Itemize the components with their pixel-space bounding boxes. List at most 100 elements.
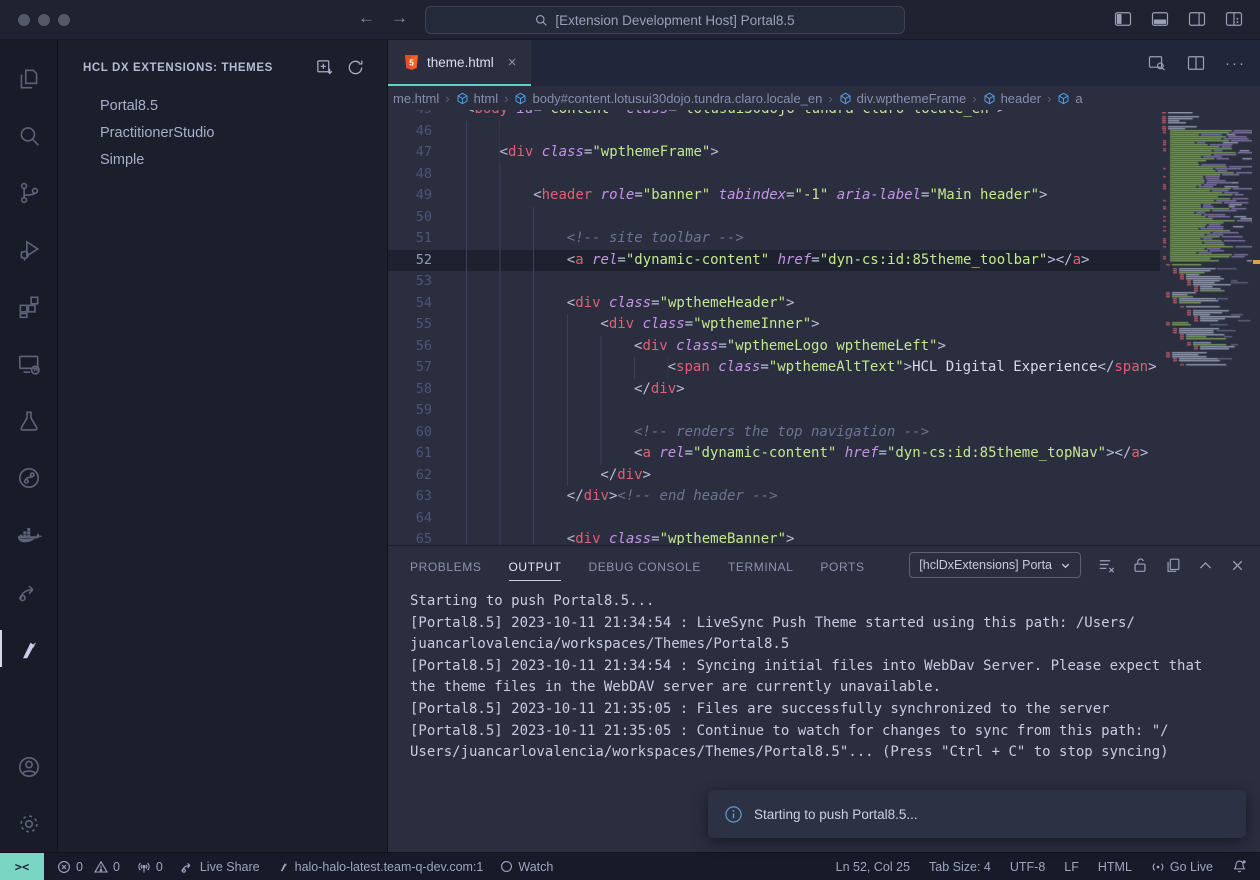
code-line-52[interactable]: 52<a rel="dynamic-content" href="dyn-cs:… bbox=[388, 250, 1160, 272]
customize-layout-icon[interactable] bbox=[1224, 9, 1244, 29]
code-line-45[interactable]: 45<body id="content" class="lotusui30doj… bbox=[388, 110, 1160, 121]
symbol-cube-icon bbox=[1057, 92, 1070, 105]
breadcrumb-item[interactable]: div.wpthemeFrame bbox=[839, 91, 967, 106]
code-line-57[interactable]: 57<span class="wpthemeAltText">HCL Digit… bbox=[388, 357, 1160, 379]
code-line-47[interactable]: 47<div class="wpthemeFrame"> bbox=[388, 142, 1160, 164]
panel-tab-debug-console[interactable]: DEBUG CONSOLE bbox=[588, 549, 701, 581]
eol-status[interactable]: LF bbox=[1064, 860, 1079, 874]
remote-indicator[interactable]: >< bbox=[0, 853, 44, 880]
titlebar: ← → [Extension Development Host] Portal8… bbox=[0, 0, 1260, 40]
panel-tab-problems[interactable]: PROBLEMS bbox=[410, 549, 482, 581]
zoom-window-icon[interactable] bbox=[58, 14, 70, 26]
maximize-panel-icon[interactable] bbox=[1197, 557, 1214, 574]
minimap[interactable] bbox=[1160, 112, 1252, 368]
theme-list: Portal8.5PractitionerStudioSimple bbox=[58, 93, 387, 174]
code-line-50[interactable]: 50 bbox=[388, 207, 1160, 229]
refresh-icon[interactable] bbox=[346, 58, 365, 77]
code-line-63[interactable]: 63</div><!-- end header --> bbox=[388, 486, 1160, 508]
code-line-61[interactable]: 61<a rel="dynamic-content" href="dyn-cs:… bbox=[388, 443, 1160, 465]
toggle-panel-icon[interactable] bbox=[1150, 9, 1170, 29]
line-number: 49 bbox=[388, 185, 432, 207]
code-line-49[interactable]: 49<header role="banner" tabindex="-1" ar… bbox=[388, 185, 1160, 207]
toggle-sidebar-icon[interactable] bbox=[1113, 9, 1133, 29]
open-output-in-editor-icon[interactable] bbox=[1164, 556, 1182, 574]
error-count: 0 bbox=[76, 860, 83, 874]
code-line-59[interactable]: 59 bbox=[388, 400, 1160, 422]
command-center-search[interactable]: [Extension Development Host] Portal8.5 bbox=[425, 6, 905, 34]
code-line-65[interactable]: 65<div class="wpthemeBanner"> bbox=[388, 529, 1160, 545]
settings-gear-icon[interactable] bbox=[0, 795, 58, 852]
window-controls[interactable] bbox=[18, 14, 70, 26]
output-channel-select[interactable]: [hclDxExtensions] Porta bbox=[909, 552, 1081, 578]
breadcrumb-item[interactable]: header bbox=[983, 91, 1041, 106]
code-line-54[interactable]: 54<div class="wpthemeHeader"> bbox=[388, 293, 1160, 315]
watch-status[interactable]: Watch bbox=[500, 860, 553, 874]
accounts-icon[interactable] bbox=[0, 738, 58, 795]
code-line-56[interactable]: 56<div class="wpthemeLogo wpthemeLeft"> bbox=[388, 336, 1160, 358]
notifications-bell[interactable] bbox=[1232, 859, 1247, 874]
tab-size-status[interactable]: Tab Size: 4 bbox=[929, 860, 991, 874]
theme-item-portal8.5[interactable]: Portal8.5 bbox=[58, 93, 387, 120]
code-line-64[interactable]: 64 bbox=[388, 508, 1160, 530]
ports-status[interactable]: 0 bbox=[137, 860, 163, 874]
live-share-sidebar-icon[interactable] bbox=[0, 563, 58, 620]
code-line-55[interactable]: 55<div class="wpthemeInner"> bbox=[388, 314, 1160, 336]
back-icon[interactable]: ← bbox=[358, 8, 375, 28]
docker-icon[interactable] bbox=[0, 506, 58, 563]
panel-tab-ports[interactable]: PORTS bbox=[820, 549, 864, 581]
encoding-status[interactable]: UTF-8 bbox=[1010, 860, 1045, 874]
minimize-window-icon[interactable] bbox=[38, 14, 50, 26]
live-share-status[interactable]: Live Share bbox=[180, 859, 260, 874]
code-line-46[interactable]: 46 bbox=[388, 121, 1160, 143]
cursor-position-status[interactable]: Ln 52, Col 25 bbox=[836, 860, 910, 874]
tab-close-icon[interactable]: × bbox=[508, 54, 517, 71]
source-control-icon[interactable] bbox=[0, 164, 58, 221]
git-graph-icon[interactable] bbox=[0, 449, 58, 506]
close-window-icon[interactable] bbox=[18, 14, 30, 26]
theme-item-practitionerstudio[interactable]: PractitionerStudio bbox=[58, 120, 387, 147]
testing-beaker-icon[interactable] bbox=[0, 392, 58, 449]
panel-tab-terminal[interactable]: TERMINAL bbox=[728, 549, 793, 581]
unlock-icon[interactable] bbox=[1131, 556, 1149, 574]
output-line: Starting to push Portal8.5... bbox=[410, 591, 1260, 613]
close-panel-icon[interactable] bbox=[1229, 557, 1246, 574]
breadcrumb-item[interactable]: html bbox=[456, 91, 499, 106]
forward-icon[interactable]: → bbox=[391, 8, 408, 28]
theme-item-simple[interactable]: Simple bbox=[58, 147, 387, 174]
panel-tabs: PROBLEMS OUTPUT DEBUG CONSOLE TERMINAL PORTS bbox=[410, 549, 865, 581]
live-share-label: Live Share bbox=[200, 860, 260, 874]
search-sidebar-icon[interactable] bbox=[0, 107, 58, 164]
breadcrumb-item[interactable]: body#content.lotusui30dojo.tundra.claro.… bbox=[514, 91, 822, 106]
split-editor-icon[interactable] bbox=[1186, 53, 1206, 73]
tab-theme-html[interactable]: 5 theme.html × bbox=[388, 40, 531, 86]
panel-tab-output[interactable]: OUTPUT bbox=[509, 549, 562, 581]
svg-text:5: 5 bbox=[409, 57, 414, 67]
notification-toast[interactable]: Starting to push Portal8.5... bbox=[708, 790, 1246, 838]
explorer-icon[interactable] bbox=[0, 50, 58, 107]
hcl-dx-extensions-icon[interactable] bbox=[0, 620, 58, 677]
code-line-48[interactable]: 48 bbox=[388, 164, 1160, 186]
language-mode-status[interactable]: HTML bbox=[1098, 860, 1132, 874]
clear-output-icon[interactable] bbox=[1097, 556, 1116, 575]
import-theme-icon[interactable] bbox=[315, 58, 334, 77]
output-channel-value: [hclDxExtensions] Porta bbox=[919, 558, 1052, 572]
go-live-status[interactable]: Go Live bbox=[1151, 860, 1213, 874]
remote-host-status[interactable]: halo-halo-latest.team-q-dev.com:1 bbox=[277, 860, 484, 874]
code-line-51[interactable]: 51<!-- site toolbar --> bbox=[388, 228, 1160, 250]
code-line-58[interactable]: 58</div> bbox=[388, 379, 1160, 401]
remote-explorer-icon[interactable] bbox=[0, 335, 58, 392]
line-number: 60 bbox=[388, 422, 432, 444]
more-actions-icon[interactable]: ··· bbox=[1225, 55, 1246, 72]
breadcrumb-item[interactable]: a bbox=[1057, 91, 1082, 106]
code-line-53[interactable]: 53 bbox=[388, 271, 1160, 293]
line-number: 57 bbox=[388, 357, 432, 379]
problems-status[interactable]: 0 0 bbox=[57, 860, 120, 874]
toggle-secondary-sidebar-icon[interactable] bbox=[1187, 9, 1207, 29]
extensions-icon[interactable] bbox=[0, 278, 58, 335]
run-and-debug-icon[interactable] bbox=[0, 221, 58, 278]
breadcrumb-item[interactable]: me.html bbox=[393, 91, 439, 106]
open-preview-icon[interactable] bbox=[1147, 53, 1167, 73]
code-line-62[interactable]: 62</div> bbox=[388, 465, 1160, 487]
code-editor[interactable]: 45<body id="content" class="lotusui30doj… bbox=[388, 110, 1260, 545]
code-line-60[interactable]: 60<!-- renders the top navigation --> bbox=[388, 422, 1160, 444]
